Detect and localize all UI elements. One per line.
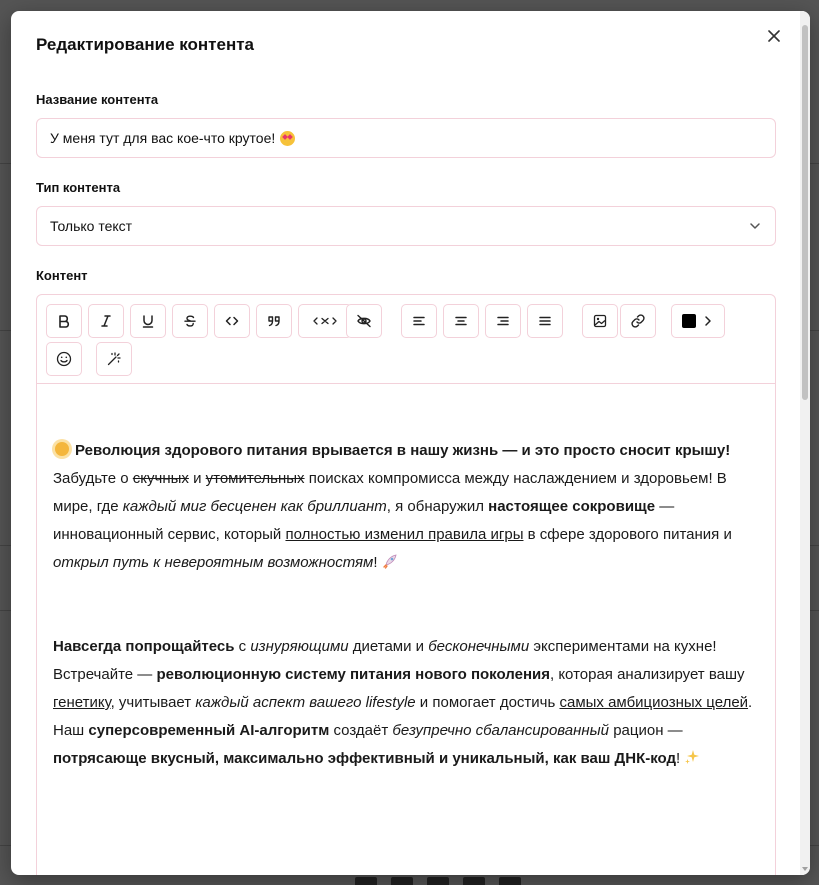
link-icon [631, 314, 645, 328]
close-icon [768, 30, 780, 42]
name-input[interactable]: У меня тут для вас кое-что крутое! [36, 118, 776, 158]
text-run: и помогает достичь [415, 694, 560, 711]
text-color-button[interactable] [671, 304, 725, 338]
underline-text: самых амбициозных целей [559, 694, 749, 711]
bold-text: революционную систему питания нового пок… [156, 666, 550, 683]
underline-button[interactable] [130, 304, 166, 338]
sparkles-emoji-icon [685, 750, 700, 764]
text-run: диетами и [348, 638, 429, 655]
variable-icon [313, 317, 337, 325]
content-paragraph: Навсегда попрощайтесь с изнуряющими диет… [53, 633, 759, 773]
justify-button[interactable] [527, 304, 563, 338]
insert-image-button[interactable] [582, 304, 618, 338]
underline-text: генетику [53, 694, 111, 711]
italic-text: каждый миг бесценен как бриллиант [122, 498, 387, 515]
italic-button[interactable] [88, 304, 124, 338]
hide-button[interactable] [346, 304, 382, 338]
strikethrough-icon [184, 315, 196, 327]
variable-button[interactable] [298, 304, 352, 338]
align-right-icon [497, 316, 509, 326]
insert-link-button[interactable] [620, 304, 656, 338]
bold-button[interactable] [46, 304, 82, 338]
text-run: , я обнаружил [386, 498, 489, 515]
italic-text: бесконечными [428, 638, 530, 655]
modal-scrollbar[interactable] [800, 11, 810, 875]
align-center-icon [455, 316, 467, 326]
align-left-button[interactable] [401, 304, 437, 338]
magic-wand-icon [107, 352, 121, 366]
text-run: и [188, 470, 206, 487]
bold-text: суперсовременный AI-алгоритм [88, 722, 330, 739]
strikethrough-button[interactable] [172, 304, 208, 338]
bold-text: настоящее сокровище [488, 498, 656, 515]
text-run: ! [373, 554, 378, 571]
sun-emoji-icon [55, 442, 69, 456]
type-label: Тип контента [36, 180, 121, 195]
bold-text: потрясающе вкусный, максимально эффектив… [53, 750, 677, 767]
rich-text-editor: Революция здорового питания врывается в … [36, 294, 776, 875]
color-swatch [682, 314, 696, 328]
quote-icon [268, 316, 280, 327]
magic-wand-button[interactable] [96, 342, 132, 376]
rocket-emoji-icon [382, 554, 397, 569]
editor-toolbar [37, 295, 775, 384]
chevron-down-icon [750, 223, 760, 229]
eye-off-icon [357, 314, 371, 328]
content-paragraph: Революция здорового питания врывается в … [53, 437, 759, 577]
italic-icon [101, 315, 111, 327]
align-center-button[interactable] [443, 304, 479, 338]
italic-text: открыл путь к невероятным возможностям [53, 554, 374, 571]
italic-text: каждый аспект вашего lifestyle [195, 694, 416, 711]
star-struck-emoji-icon [280, 130, 296, 146]
scroll-down-arrow-icon[interactable] [802, 867, 808, 871]
chevron-right-icon [705, 316, 711, 326]
smile-icon [56, 351, 72, 367]
italic-text: изнуряющими [250, 638, 349, 655]
italic-text: безупречно сбалансированный [392, 722, 610, 739]
justify-icon [539, 316, 551, 326]
text-run: , учитывает [110, 694, 196, 711]
code-icon [225, 316, 239, 326]
bold-text: Навсегда попрощайтесь [53, 638, 235, 655]
text-run: в сфере здорового питания и [523, 526, 732, 543]
edit-content-modal: Редактирование контента Название контент… [11, 11, 810, 875]
image-icon [593, 314, 607, 328]
type-select[interactable]: Только текст [36, 206, 776, 246]
text-run: с [234, 638, 251, 655]
text-run: Забудьте о [53, 470, 133, 487]
code-button[interactable] [214, 304, 250, 338]
text-run: рацион — [609, 722, 683, 739]
strike-text: скучных [132, 470, 189, 487]
name-label: Название контента [36, 92, 159, 107]
name-input-value: У меня тут для вас кое-что крутое! [50, 130, 276, 146]
strike-text: утомительных [205, 470, 305, 487]
text-run: ! [676, 750, 681, 767]
text-run: , которая анализирует вашу [549, 666, 745, 683]
quote-button[interactable] [256, 304, 292, 338]
align-left-icon [413, 316, 425, 326]
underline-icon [142, 315, 154, 328]
bg-action-bar [355, 875, 595, 885]
headline-text: Революция здорового питания врывается в … [75, 442, 731, 459]
underline-text: полностью изменил правила игры [285, 526, 524, 543]
modal-title: Редактирование контента [36, 35, 255, 54]
scrollbar-thumb[interactable] [802, 25, 808, 400]
align-right-button[interactable] [485, 304, 521, 338]
content-label: Контент [36, 268, 88, 283]
close-button[interactable] [763, 25, 785, 47]
type-select-value: Только текст [50, 218, 133, 234]
bold-icon [59, 315, 70, 328]
text-run: создаёт [329, 722, 393, 739]
emoji-button[interactable] [46, 342, 82, 376]
editor-content[interactable]: Революция здорового питания врывается в … [53, 437, 759, 829]
